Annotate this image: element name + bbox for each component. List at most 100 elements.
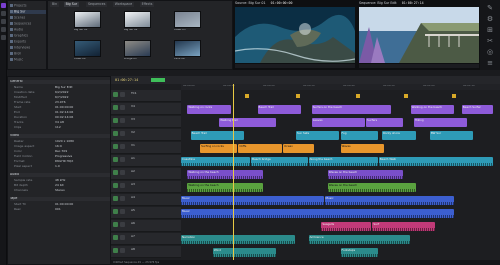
track-enable-button[interactable] <box>113 183 118 188</box>
rail-tool-icon[interactable]: ⚙ <box>486 15 494 23</box>
track-header[interactable]: A4 <box>111 194 181 206</box>
source-viewer[interactable] <box>235 7 355 63</box>
bin-item[interactable]: Interviews <box>10 46 30 50</box>
timeline-clip[interactable]: Walking on the beach <box>187 170 263 179</box>
properties-section-header[interactable]: General <box>10 80 110 84</box>
media-thumbnail[interactable] <box>74 11 101 28</box>
timeline-clip[interactable]: Beach bridge <box>251 157 308 166</box>
bin-item[interactable]: Projects <box>10 4 27 8</box>
track-enable-button[interactable] <box>113 222 118 227</box>
rail-tool-icon[interactable]: ◎ <box>486 48 494 56</box>
timeline-clip[interactable]: Beach Trail <box>257 105 302 114</box>
timeline-clip[interactable]: Along the beach <box>308 157 378 166</box>
bin-item[interactable]: Music <box>10 58 23 62</box>
track-header[interactable]: A1 <box>111 155 181 167</box>
track-header[interactable]: A6 <box>111 220 181 232</box>
track-lock-icon[interactable] <box>120 92 125 97</box>
track-enable-button[interactable] <box>113 105 118 110</box>
timeline-clip[interactable]: Leaves <box>311 118 365 127</box>
properties-section-header[interactable]: Tape <box>10 197 110 201</box>
rail-tool-icon[interactable]: ✂ <box>486 37 494 45</box>
timeline-clip[interactable]: BW Sur <box>429 131 474 140</box>
timeline-clip[interactable]: Hiking <box>413 118 468 127</box>
bin-item[interactable]: Audio <box>10 28 23 32</box>
properties-section-header[interactable]: Audio <box>10 173 110 177</box>
bin-item[interactable]: Graphics <box>10 34 28 38</box>
media-thumbnail[interactable] <box>124 40 151 57</box>
timeline-ruler[interactable]: 00:00:00 00:00:10 00:00:20 00:00:30 00:00:40… <box>181 84 500 90</box>
media-thumbnail[interactable] <box>174 11 201 28</box>
rail-tool-icon[interactable]: ≡ <box>486 59 494 67</box>
track-lock-icon[interactable] <box>120 222 125 227</box>
track-header[interactable]: V2 <box>111 129 181 141</box>
search-icon[interactable] <box>1 11 6 16</box>
timeline-clip[interactable]: Walking on the beach <box>410 105 455 114</box>
media-thumbnail[interactable] <box>174 40 201 57</box>
track-lock-icon[interactable] <box>120 235 125 240</box>
bin-item[interactable]: Broll <box>10 52 21 56</box>
media-tab[interactable]: Workspace <box>112 2 135 7</box>
track-lock-icon[interactable] <box>120 209 125 214</box>
track-enable-button[interactable] <box>113 92 118 97</box>
timeline-clip[interactable]: Coastline <box>181 157 251 166</box>
playhead[interactable] <box>233 84 234 265</box>
timeline-marker[interactable] <box>452 94 457 98</box>
timeline-clip[interactable]: Beach Walk <box>378 157 493 166</box>
track-enable-button[interactable] <box>113 157 118 162</box>
track-lock-icon[interactable] <box>120 170 125 175</box>
bin-item[interactable]: Sequences <box>10 22 31 26</box>
properties-section-header[interactable]: Video <box>10 134 110 138</box>
timeline-clip[interactable]: Footsteps <box>340 248 378 257</box>
timeline-clip[interactable]: Ambience <box>308 235 410 244</box>
timeline-clip[interactable]: Music <box>181 209 455 218</box>
track-lock-icon[interactable] <box>120 105 125 110</box>
timeline-clip[interactable]: Music <box>324 196 455 205</box>
track-lock-icon[interactable] <box>120 248 125 253</box>
timeline-clip[interactable]: Surfers on the beach <box>311 105 391 114</box>
rail-tool-icon[interactable]: ✎ <box>486 4 494 12</box>
media-tab[interactable]: Big Sur <box>63 2 80 7</box>
timeline-clip[interactable]: Waves on the beach <box>327 170 404 179</box>
track-header[interactable]: A3 <box>111 181 181 193</box>
timeline-clip[interactable]: Wind <box>212 248 276 257</box>
record-viewer[interactable] <box>359 7 479 63</box>
timeline-clip[interactable]: Surf <box>372 222 436 231</box>
timeline-clip[interactable]: Walking on rocks <box>187 105 232 114</box>
media-tab[interactable]: Sequences <box>86 2 108 7</box>
timeline-clip[interactable]: Fog <box>340 131 378 140</box>
track-lock-icon[interactable] <box>120 196 125 201</box>
bin-item[interactable]: Scenes <box>10 16 25 20</box>
track-enable-button[interactable] <box>113 209 118 214</box>
media-thumbnail[interactable] <box>74 40 101 57</box>
script-icon[interactable] <box>1 19 6 24</box>
markers-icon[interactable] <box>1 35 6 40</box>
rail-tool-icon[interactable]: ⊞ <box>486 26 494 34</box>
track-header[interactable]: V4 <box>111 103 181 115</box>
timeline-clip[interactable]: Waves on the beach <box>327 183 417 192</box>
timeline-clip[interactable]: Beach Trail <box>190 131 244 140</box>
track-lock-icon[interactable] <box>120 144 125 149</box>
timeline-clip[interactable]: Waves <box>340 144 385 153</box>
timeline-clip[interactable]: Surfers <box>366 118 404 127</box>
track-header[interactable]: A8 <box>111 246 181 258</box>
timeline-clip[interactable]: Rocky shore <box>381 131 417 140</box>
track-enable-button[interactable] <box>113 144 118 149</box>
timeline-clip[interactable]: Narration <box>181 235 295 244</box>
media-thumbnail[interactable] <box>124 11 151 28</box>
track-enable-button[interactable] <box>113 235 118 240</box>
track-lock-icon[interactable] <box>120 131 125 136</box>
track-header[interactable]: TC1 <box>111 90 181 102</box>
track-enable-button[interactable] <box>113 196 118 201</box>
track-enable-button[interactable] <box>113 248 118 253</box>
timeline-marker[interactable] <box>404 94 409 98</box>
timeline-clip[interactable]: Music <box>181 196 324 205</box>
timeline-clip[interactable]: Seagulls <box>321 222 372 231</box>
track-header[interactable]: A7 <box>111 233 181 245</box>
timeline-clip[interactable]: Ocean <box>283 144 314 153</box>
track-header[interactable]: A2 <box>111 168 181 180</box>
bin-item[interactable]: Big Sur <box>10 10 46 14</box>
track-lock-icon[interactable] <box>120 183 125 188</box>
timeline-marker[interactable] <box>295 94 300 98</box>
source-scrubber[interactable] <box>235 64 355 68</box>
track-enable-button[interactable] <box>113 118 118 123</box>
